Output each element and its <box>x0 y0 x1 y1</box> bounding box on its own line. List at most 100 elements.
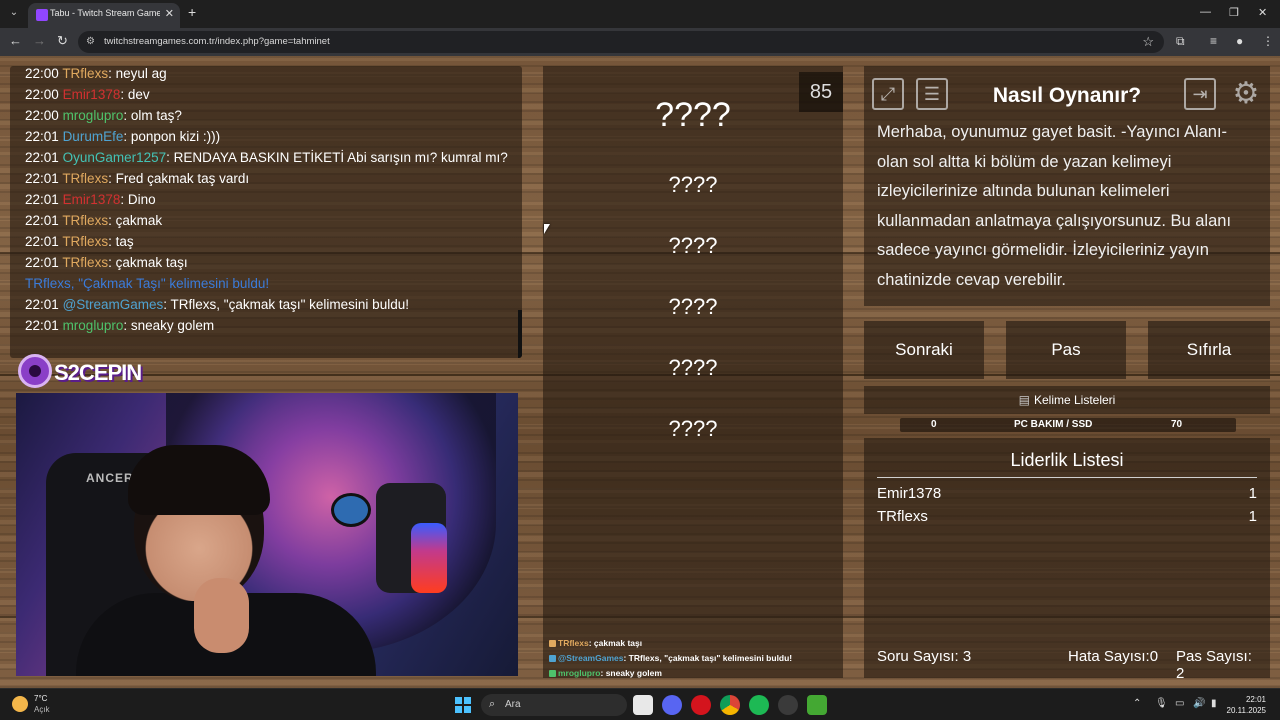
webcam-feed: ANCER <box>16 393 518 676</box>
tray-chevron-icon[interactable]: ⌃ <box>1133 698 1141 709</box>
how-to-play-description: Merhaba, oyunumuz gayet basit. -Yayıncı … <box>877 123 1232 289</box>
player-score: 1 <box>1248 485 1257 502</box>
overlay-username: TRflexs <box>558 638 589 648</box>
message-text: : TRflexs, "çakmak taşı" kelimesini buld… <box>163 297 409 312</box>
close-window-icon[interactable]: ✕ <box>1258 6 1267 19</box>
windows-start-icon[interactable] <box>455 697 471 713</box>
message-time: 22:01 <box>25 192 59 207</box>
settings-gear-icon[interactable]: ⚙ <box>1230 78 1262 110</box>
browser-tab[interactable]: Tabu - Twitch Stream Games ✕ <box>28 3 180 28</box>
spotify-icon[interactable] <box>749 695 769 715</box>
message-text: : Dino <box>120 192 156 207</box>
play-app-icon[interactable] <box>807 695 827 715</box>
logo-mark-icon <box>18 354 52 388</box>
message-username[interactable]: TRflexs <box>62 66 108 81</box>
message-username[interactable]: Emir1378 <box>63 87 121 102</box>
maximize-icon[interactable]: ❐ <box>1229 6 1239 19</box>
overlay-chat-line: TRflexs: çakmak taşı <box>549 638 839 648</box>
menu-kebab-icon[interactable]: ⋮ <box>1262 34 1274 48</box>
message-username[interactable]: DurumEfe <box>63 129 124 144</box>
tab-list-button[interactable]: ⌄ <box>6 5 22 21</box>
pass-count: Pas Sayısı: 2 <box>1176 648 1252 682</box>
message-text: : çakmak taşı <box>108 255 188 270</box>
chat-message: 22:01 TRflexs: Fred çakmak taş vardı <box>25 171 249 186</box>
chat-message: TRflexs, "Çakmak Taşı" kelimesini buldu! <box>25 276 269 291</box>
message-username[interactable]: TRflexs <box>62 255 108 270</box>
message-username[interactable]: mroglupro <box>63 318 124 333</box>
message-time: 22:01 <box>25 150 59 165</box>
system-clock[interactable]: 22:01 20.11.2025 <box>1227 694 1266 716</box>
chat-scrollbar[interactable] <box>518 310 522 358</box>
overlay-text: : TRflexs, "çakmak taşı" kelimesini buld… <box>623 653 793 663</box>
logo-text: S2CEPIN <box>54 360 142 385</box>
message-username[interactable]: mroglupro <box>63 108 124 123</box>
twitch-favicon-icon <box>36 9 48 21</box>
words-panel: 85 ???? ???? ???? ???? ???? ???? TRflexs… <box>543 66 843 678</box>
leaderboard-panel: Liderlik Listesi Emir1378 1 TRflexs 1 So… <box>864 438 1270 682</box>
discord-icon[interactable] <box>662 695 682 715</box>
message-username[interactable]: TRflexs <box>62 234 108 249</box>
chat-message: 22:01 TRflexs: çakmak <box>25 213 162 228</box>
back-icon[interactable]: ← <box>9 34 22 48</box>
message-text: : ponpon kizi :))) <box>123 129 221 144</box>
volume-icon[interactable]: 🔊 <box>1193 698 1205 709</box>
search-icon: ⌕ <box>489 698 496 710</box>
url-text: twitchstreamgames.com.tr/index.php?game=… <box>104 36 330 47</box>
forward-icon[interactable]: → <box>33 34 46 48</box>
reset-button[interactable]: Sıfırla <box>1148 321 1270 379</box>
message-time: 22:00 <box>25 108 59 123</box>
category-progress: 0 PC BAKIM / SSD 70 <box>900 418 1236 432</box>
opera-icon[interactable] <box>691 695 711 715</box>
mic-icon[interactable]: 🎙 <box>1155 698 1168 709</box>
forbidden-word: ???? <box>668 416 718 441</box>
chat-message: 22:00 TRflexs: neyul ag <box>25 66 167 81</box>
taskbar-search[interactable]: ⌕ Ara <box>481 694 627 716</box>
message-username[interactable]: Emir1378 <box>63 192 121 207</box>
next-button[interactable]: Sonraki <box>864 321 984 379</box>
chat-message: 22:01 OyunGamer1257: RENDAYA BASKIN ETİK… <box>25 150 508 165</box>
reload-icon[interactable]: ↻ <box>57 34 68 48</box>
message-username[interactable]: TRflexs <box>62 171 108 186</box>
chair-label: ANCER <box>86 471 134 485</box>
book-icon: ▤ <box>1018 393 1030 407</box>
weather-widget[interactable]: 7°C Açık <box>12 694 72 716</box>
leaderboard-row: TRflexs 1 <box>877 508 1257 530</box>
message-text: : neyul ag <box>108 66 167 81</box>
game-page: 22:00 TRflexs: neyul ag 22:00 Emir1378: d… <box>0 56 1280 688</box>
app-icon[interactable] <box>778 695 798 715</box>
leaderboard-row: Emir1378 1 <box>877 485 1257 507</box>
network-icon[interactable]: ▭ <box>1175 698 1184 709</box>
mouse-cursor-icon <box>544 224 550 234</box>
microphone-rgb-light <box>411 523 447 593</box>
overlay-chat-line: mroglupro: sneaky golem <box>549 668 839 678</box>
media-icon[interactable]: ≡ <box>1210 34 1217 48</box>
message-text: : olm taş? <box>123 108 182 123</box>
chat-message: 22:00 Emir1378: dev <box>25 87 150 102</box>
message-username[interactable]: @StreamGames <box>63 297 164 312</box>
message-time: 22:00 <box>25 66 59 81</box>
word-lists-button[interactable]: ▤ Kelime Listeleri <box>864 386 1270 414</box>
message-time: 22:01 <box>25 171 59 186</box>
extensions-icon[interactable]: ⧉ <box>1176 34 1185 48</box>
message-username[interactable]: OyunGamer1257 <box>63 150 167 165</box>
close-tab-icon[interactable]: ✕ <box>165 8 174 20</box>
new-tab-button[interactable]: + <box>188 5 196 19</box>
url-input[interactable]: ⚙ twitchstreamgames.com.tr/index.php?gam… <box>78 31 1164 53</box>
overlay-chat: TRflexs: çakmak taşı @StreamGames: TRflex… <box>549 638 839 683</box>
message-time: 22:01 <box>25 297 59 312</box>
battery-icon[interactable]: ▮ <box>1211 698 1217 709</box>
chat-message: 22:00 mroglupro: olm taş? <box>25 108 182 123</box>
chat-badge-icon <box>549 670 556 678</box>
chat-message: 22:01 TRflexs: taş <box>25 234 134 249</box>
progress-current: 0 <box>931 419 937 430</box>
site-info-icon[interactable]: ⚙ <box>86 36 98 48</box>
bookmark-star-icon[interactable]: ☆ <box>1142 34 1154 50</box>
message-time: 22:01 <box>25 234 59 249</box>
message-username[interactable]: TRflexs <box>62 213 108 228</box>
chrome-icon[interactable] <box>720 695 740 715</box>
profile-avatar-icon[interactable]: ● <box>1236 34 1243 48</box>
exit-icon[interactable]: ⇥ <box>1184 78 1216 110</box>
pass-button[interactable]: Pas <box>1006 321 1126 379</box>
minimize-icon[interactable]: — <box>1200 6 1211 18</box>
task-view-icon[interactable] <box>633 695 653 715</box>
